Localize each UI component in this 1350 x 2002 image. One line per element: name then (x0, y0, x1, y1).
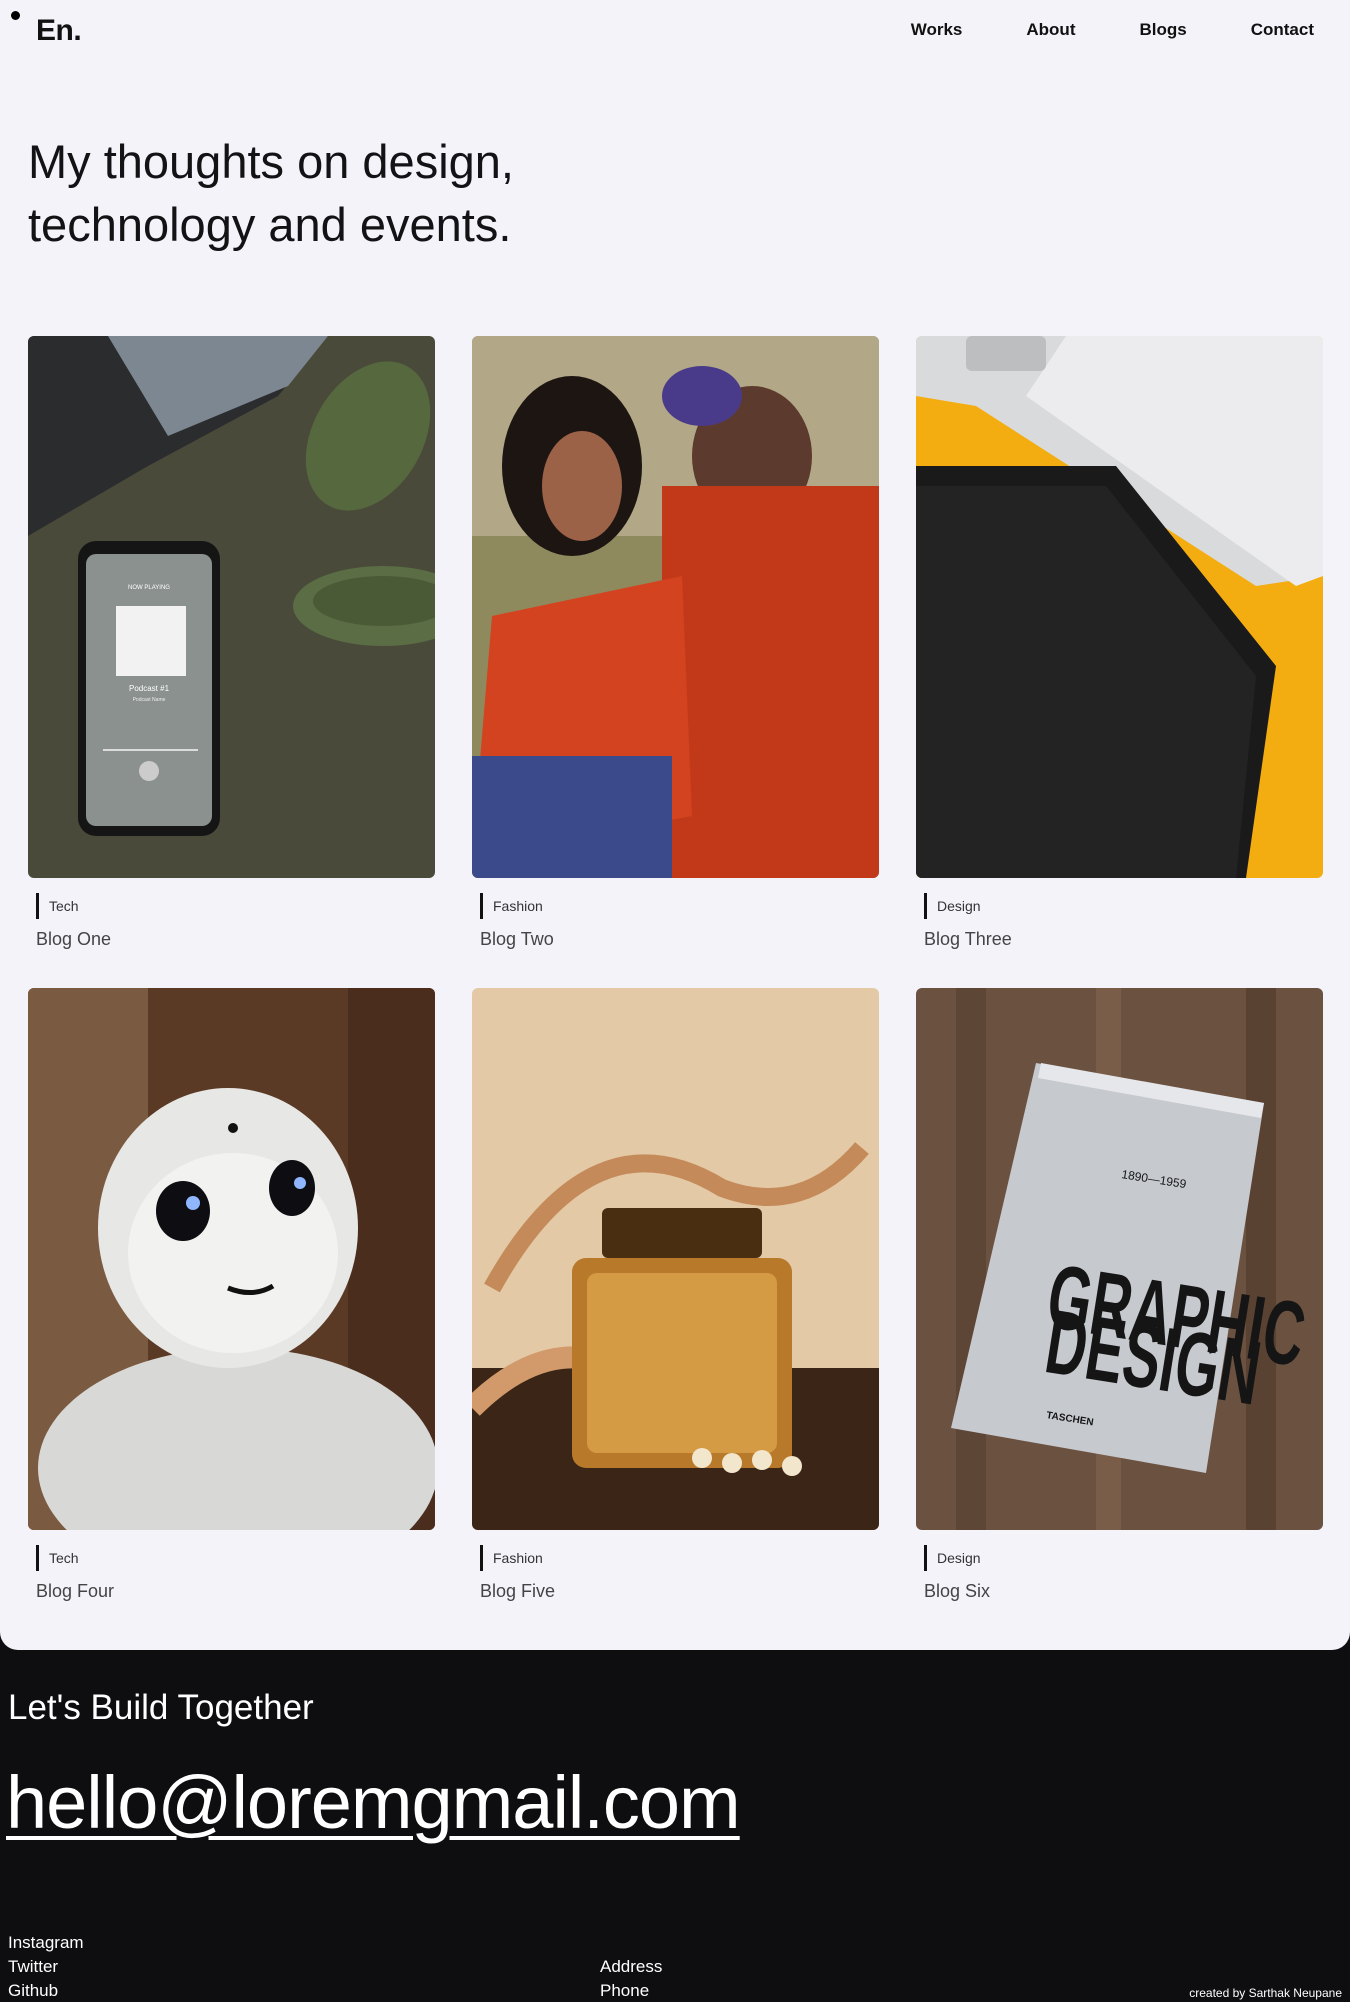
social-link-twitter[interactable]: Twitter (8, 1956, 84, 1978)
phone-header-text: NOW PLAYING (128, 585, 170, 591)
cursor-dot (11, 11, 20, 20)
fashion-couple-image[interactable] (472, 336, 879, 878)
main-nav: Works About Blogs Contact (911, 20, 1314, 40)
blog-card[interactable]: Fashion Blog Five (472, 988, 879, 1602)
social-link-github[interactable]: Github (8, 1980, 84, 2002)
blog-card[interactable]: Design Blog Three (916, 336, 1323, 950)
graphic-design-book-image[interactable]: GRAPHIC DESIGN 1890—1959 TASCHEN (916, 988, 1323, 1530)
phone-headphones-image[interactable]: NOW PLAYING Podcast #1 Podcast Name (28, 336, 435, 878)
main-page: En. Works About Blogs Contact My thought… (0, 0, 1350, 1650)
blog-title[interactable]: Blog Four (36, 1581, 435, 1602)
contact-email-link[interactable]: hello@loremgmail.com (6, 1760, 741, 1845)
nav-about[interactable]: About (1026, 20, 1075, 40)
blog-title[interactable]: Blog Five (480, 1581, 879, 1602)
social-links: Instagram Twitter Github (8, 1932, 84, 2002)
info-phone: Phone (600, 1981, 650, 2000)
phone-artist-text: Podcast Name (133, 697, 166, 703)
hero-line-1: My thoughts on design, (28, 135, 514, 188)
hero-heading: My thoughts on design, technology and ev… (28, 130, 728, 256)
blog-category: Fashion (480, 1545, 879, 1571)
blog-category: Tech (36, 1545, 435, 1571)
info-address: Address (600, 1957, 663, 1976)
blog-title[interactable]: Blog One (36, 929, 435, 950)
blog-card[interactable]: Tech Blog Four (28, 988, 435, 1602)
footer-heading: Let's Build Together (8, 1688, 314, 1727)
blog-category: Design (924, 1545, 1323, 1571)
robot-image[interactable] (28, 988, 435, 1530)
blog-card[interactable]: GRAPHIC DESIGN 1890—1959 TASCHEN Design … (916, 988, 1323, 1602)
phone-track-text: Podcast #1 (129, 684, 170, 693)
nav-blogs[interactable]: Blogs (1139, 20, 1186, 40)
social-link-instagram[interactable]: Instagram (8, 1932, 84, 1954)
blog-grid: NOW PLAYING Podcast #1 Podcast Name Tech… (28, 336, 1323, 1602)
hero-line-2: technology and events. (28, 198, 512, 251)
blog-card[interactable]: NOW PLAYING Podcast #1 Podcast Name Tech… (28, 336, 435, 950)
blog-category: Fashion (480, 893, 879, 919)
blog-title[interactable]: Blog Two (480, 929, 879, 950)
blog-category: Tech (36, 893, 435, 919)
footer-credit: created by Sarthak Neupane (1189, 1986, 1342, 2000)
perfume-sandals-image[interactable] (472, 988, 879, 1530)
blog-category: Design (924, 893, 1323, 919)
contact-info: Address Phone (600, 1956, 662, 2002)
nav-contact[interactable]: Contact (1251, 20, 1314, 40)
site-logo[interactable]: En. (36, 14, 82, 48)
blog-card[interactable]: Fashion Blog Two (472, 336, 879, 950)
blog-title[interactable]: Blog Six (924, 1581, 1323, 1602)
blog-title[interactable]: Blog Three (924, 929, 1323, 950)
laptop-tablet-image[interactable] (916, 336, 1323, 878)
nav-works[interactable]: Works (911, 20, 963, 40)
